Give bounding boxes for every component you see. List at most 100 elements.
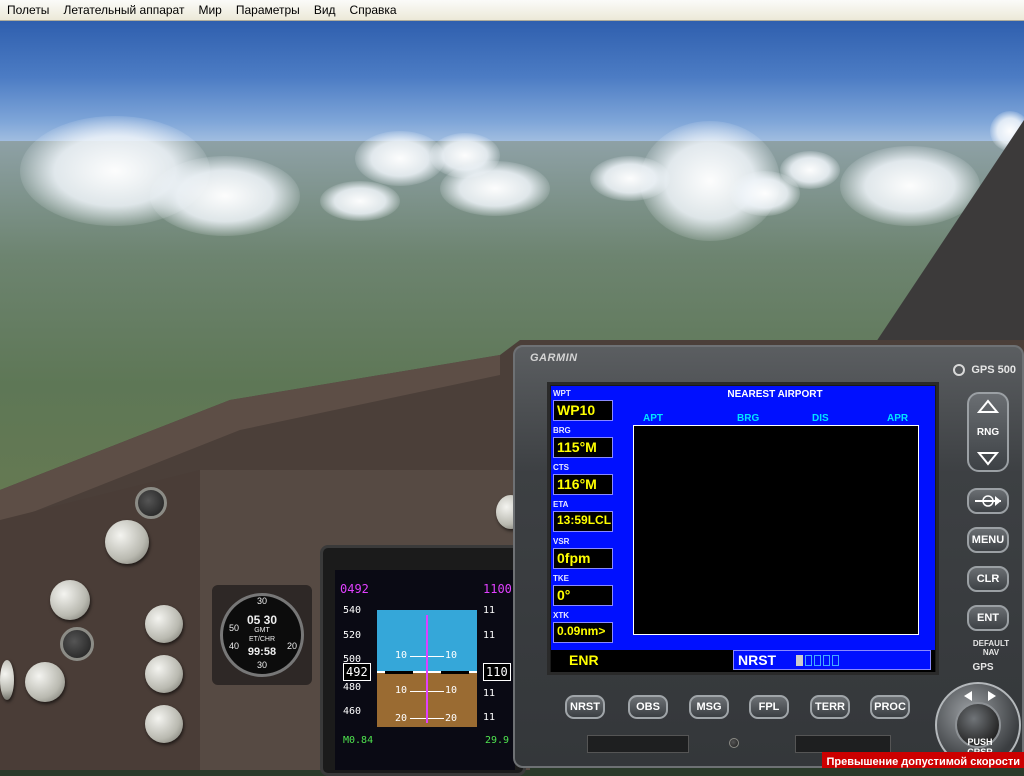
clock-gauge: 30 05 30 GMT ET/CHR 99:58 30 50 20 40 [220, 593, 304, 677]
pfd-mach: M0.84 [343, 735, 374, 746]
pfd-selected-speed: 0492 [340, 582, 369, 596]
page-indicator [805, 655, 812, 666]
clock-numeral: 30 [256, 660, 267, 670]
page-indicator [823, 655, 830, 666]
cloud [320, 181, 400, 221]
panel-knob[interactable] [145, 655, 183, 693]
clear-button[interactable]: CLR [967, 566, 1009, 592]
field-value-tke: 0° [557, 587, 571, 603]
overspeed-warning: Превышение допустимой скорости [822, 752, 1024, 768]
pitch-label: 10 [445, 650, 458, 661]
range-label: RNG [976, 427, 1000, 438]
page-group-label: NRST [738, 652, 777, 668]
direct-to-button[interactable] [967, 488, 1009, 514]
pitch-label: 20 [445, 713, 458, 724]
field-value-eta: 13:59LCL [557, 513, 612, 527]
pfd-speed-tick: 520 [343, 630, 362, 641]
aircraft-symbol [441, 671, 469, 674]
field-value-cts: 116°M [557, 476, 597, 492]
pfd-alt-tick: 11 [483, 605, 496, 616]
fpl-button[interactable]: FPL [749, 695, 789, 719]
panel-knob[interactable] [25, 662, 65, 702]
pfd-alt-tick: 11 [483, 630, 496, 641]
primary-flight-display: 0492 1100 540 520 500 480 460 492 M0.84 … [335, 570, 515, 770]
obs-button[interactable]: OBS [628, 695, 668, 719]
panel-knob[interactable] [50, 580, 90, 620]
field-label-xtk: XTK [553, 611, 569, 620]
pfd-current-altitude: 110 [483, 663, 511, 681]
page-title: NEAREST AIRPORT [727, 389, 823, 400]
nrst-button[interactable]: NRST [565, 695, 605, 719]
gps-power-icon[interactable] [953, 364, 965, 376]
page-indicator [814, 655, 821, 666]
column-header-apr: APR [887, 413, 909, 424]
clock-gauge-housing: 30 05 30 GMT ET/CHR 99:58 30 50 20 40 [212, 585, 312, 685]
terr-button[interactable]: TERR [810, 695, 850, 719]
field-box-xtk: 0.09nm> [553, 622, 613, 643]
pfd-selected-altitude: 1100 [483, 582, 512, 596]
clock-numeral: 50 [228, 623, 239, 633]
field-box-vsr: 0fpm [553, 548, 613, 569]
pfd-speed-tick: 540 [343, 605, 362, 616]
field-label-cts: CTS [553, 463, 569, 472]
field-value-wpt: WP10 [557, 402, 596, 418]
field-label-wpt: WPT [553, 389, 571, 398]
column-header-apt: APT [643, 413, 663, 424]
page-group-indicator: NRST [733, 650, 931, 670]
field-label-brg: BRG [553, 426, 571, 435]
field-value-brg: 115°M [557, 439, 597, 455]
page-indicator-active [796, 655, 803, 666]
panel-knob[interactable] [145, 605, 183, 643]
enter-button[interactable]: ENT [967, 605, 1009, 631]
menu-flights[interactable]: Полеты [0, 0, 56, 20]
field-box-tke: 0° [553, 585, 613, 606]
nearest-airport-page: NEAREST AIRPORT APT BRG DIS APR [615, 386, 935, 650]
panel-selector[interactable] [135, 487, 167, 519]
range-down-arrow-icon[interactable] [969, 444, 1007, 470]
range-rocker[interactable]: RNG [967, 392, 1009, 472]
menu-button[interactable]: MENU [967, 527, 1009, 553]
field-box-wpt: WP10 [553, 400, 613, 421]
gps-screen: WPT WP10 BRG 115°M CTS 116°M ETA 13:59LC… [551, 386, 935, 672]
field-label-vsr: VSR [553, 537, 570, 546]
direct-to-icon [975, 495, 1001, 507]
default-nav-label: DEFAULT NAV [972, 639, 1010, 657]
field-box-eta: 13:59LCL [553, 511, 613, 532]
flight-phase-mode: ENR [569, 652, 599, 668]
panel-selector[interactable] [60, 627, 94, 661]
cloud [440, 161, 550, 216]
gps-status-bar: ENR NRST [551, 650, 935, 672]
column-header-brg: BRG [737, 413, 760, 424]
pfd-current-speed: 492 [343, 663, 371, 681]
menu-view[interactable]: Вид [307, 0, 343, 20]
menu-aircraft[interactable]: Летательный аппарат [56, 0, 191, 20]
field-label-eta: ETA [553, 500, 569, 509]
field-label-tke: TKE [553, 574, 569, 583]
proc-button[interactable]: PROC [870, 695, 910, 719]
menu-world[interactable]: Мир [191, 0, 228, 20]
field-value-vsr: 0fpm [557, 550, 591, 566]
pfd-baro: 29.9 [485, 735, 510, 746]
overspeed-warning-text: Превышение допустимой скорости [826, 756, 1020, 768]
page-indicator [832, 655, 839, 666]
clock-numeral: 40 [228, 641, 239, 651]
gps-knob-label: GPS [972, 662, 994, 673]
push-text: PUSH [967, 737, 993, 747]
nearest-airport-list[interactable] [633, 425, 919, 635]
panel-knob[interactable] [145, 705, 183, 743]
cloud [150, 156, 300, 236]
menu-options[interactable]: Параметры [229, 0, 307, 20]
field-value-xtk: 0.09nm> [557, 624, 606, 638]
clock-numeral: 30 [256, 596, 267, 606]
range-up-arrow-icon[interactable] [969, 396, 1007, 422]
pitch-label: 10 [445, 685, 458, 696]
gps-brand-logo: GARMIN [530, 352, 578, 364]
pitch-label: 10 [395, 650, 408, 661]
aircraft-symbol [385, 671, 413, 674]
pfd-alt-tick: 11 [483, 712, 496, 723]
panel-knob[interactable] [105, 520, 149, 564]
menu-help[interactable]: Справка [343, 0, 404, 20]
msg-button[interactable]: MSG [689, 695, 729, 719]
panel-knob[interactable] [0, 660, 14, 700]
gps-data-column: WPT WP10 BRG 115°M CTS 116°M ETA 13:59LC… [551, 386, 615, 650]
